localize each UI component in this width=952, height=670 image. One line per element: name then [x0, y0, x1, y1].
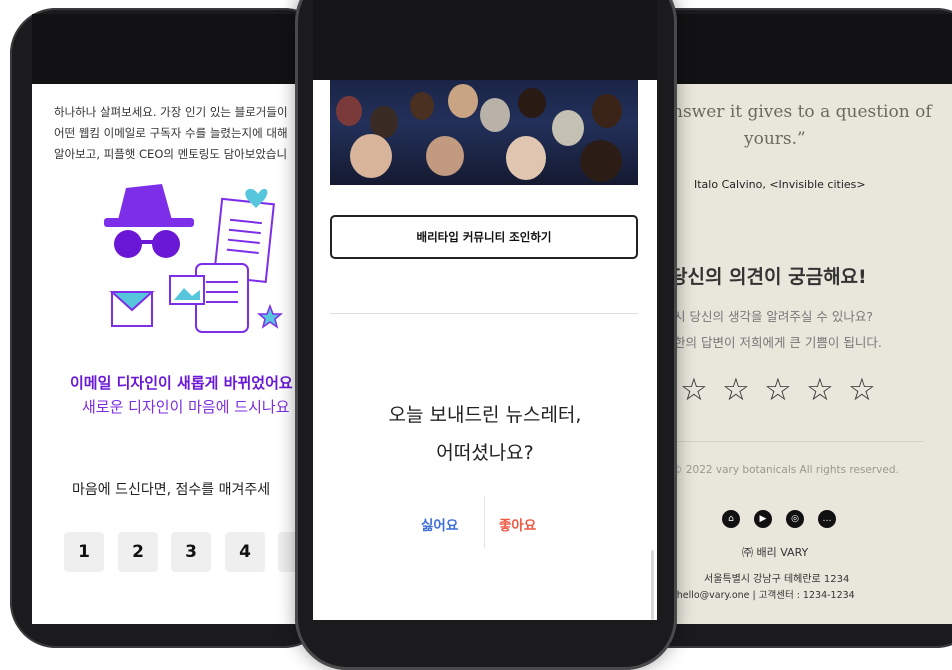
instagram-icon[interactable]: ◎ [786, 510, 804, 528]
star-rating-5[interactable]: ☆ [848, 375, 876, 406]
answer-separator [484, 496, 485, 548]
intro-paragraph: 하나하나 살펴보세요. 가장 인기 있는 블로거들이 어떤 웹킴 이메일로 구독… [54, 102, 312, 165]
quote-author: Italo Calvino, <Invisible cities> [694, 178, 866, 191]
score-button-2[interactable]: 2 [118, 532, 158, 572]
chat-icon[interactable]: … [818, 510, 836, 528]
feedback-desc-line: 시 당신의 생각을 알려주실 수 있나요? [674, 309, 874, 324]
star-rating-4[interactable]: ☆ [806, 375, 834, 406]
contact-info: 문의 : hello@vary.one | 고객센터 : 1234-1234 [658, 590, 855, 601]
right-phone-screen: nswer it gives to a question of yours.” … [658, 84, 952, 624]
dislike-button[interactable]: 싫어요 [421, 514, 458, 534]
score-button-1[interactable]: 1 [64, 532, 104, 572]
quote-line-1: nswer it gives to a question of [672, 102, 932, 122]
middle-phone-screen: 배리타입 커뮤니티 조인하기 오늘 보내드린 뉴스레터, 어떠셨나요? 싫어요 … [313, 80, 657, 620]
feedback-title: 당신의 의견이 궁금해요! [670, 266, 867, 288]
paragraph-line: 어떤 웹킴 이메일로 구독자 수를 늘렸는지에 대해 [54, 126, 288, 140]
footer-divider [658, 441, 924, 442]
paragraph-line: 하나하나 살펴보세요. 가장 인기 있는 블로거들이 [54, 105, 288, 119]
scrollbar[interactable] [651, 550, 654, 620]
survey-question-line-2: 어떠셨나요? [436, 442, 534, 464]
section-divider [330, 313, 638, 314]
score-button-3[interactable]: 3 [171, 532, 211, 572]
score-button-4[interactable]: 4 [225, 532, 265, 572]
rating-prompt: 마음에 드신다면, 점수를 매겨주세 [72, 482, 271, 498]
email-design-illustration [104, 184, 284, 333]
redesign-subtitle: 새로운 디자인이 마음에 드시나요 [82, 398, 290, 416]
quote-line-2: yours.” [744, 129, 806, 149]
redesign-title: 이메일 디자인이 새롭게 바뀌었어요 [70, 374, 293, 392]
join-community-button[interactable]: 배리타입 커뮤니티 조인하기 [330, 215, 638, 259]
like-button[interactable]: 좋아요 [499, 514, 536, 534]
feedback-desc-line: 한의 답변이 저희에게 큰 기쁨이 됩니다. [674, 335, 882, 350]
middle-phone-topbar [313, 0, 657, 82]
star-rating-3[interactable]: ☆ [764, 375, 792, 406]
home-icon[interactable]: ⌂ [722, 510, 740, 528]
star-rating-2[interactable]: ☆ [722, 375, 750, 406]
star-rating-1[interactable]: ☆ [680, 375, 708, 406]
audience-photo [330, 80, 638, 185]
youtube-icon[interactable]: ▶ [754, 510, 772, 528]
copyright-text: © 2022 vary botanicals All rights reserv… [672, 464, 899, 476]
paragraph-line: 알아보고, 피플햇 CEO의 멘토링도 담아보았습니 [54, 147, 288, 161]
left-phone-screen: 하나하나 살펴보세요. 가장 인기 있는 블로거들이 어떤 웹킴 이메일로 구독… [32, 84, 312, 624]
survey-question-line-1: 오늘 보내드린 뉴스레터, [388, 404, 582, 426]
feedback-description: 시 당신의 생각을 알려주실 수 있나요? 한의 답변이 저희에게 큰 기쁨이 … [674, 304, 882, 356]
company-address: 서울특별시 강남구 테헤란로 1234 [704, 574, 850, 585]
right-phone-topbar [658, 14, 952, 84]
left-phone-topbar [32, 14, 312, 84]
company-name: ㈜ 배리 VARY [742, 546, 809, 559]
